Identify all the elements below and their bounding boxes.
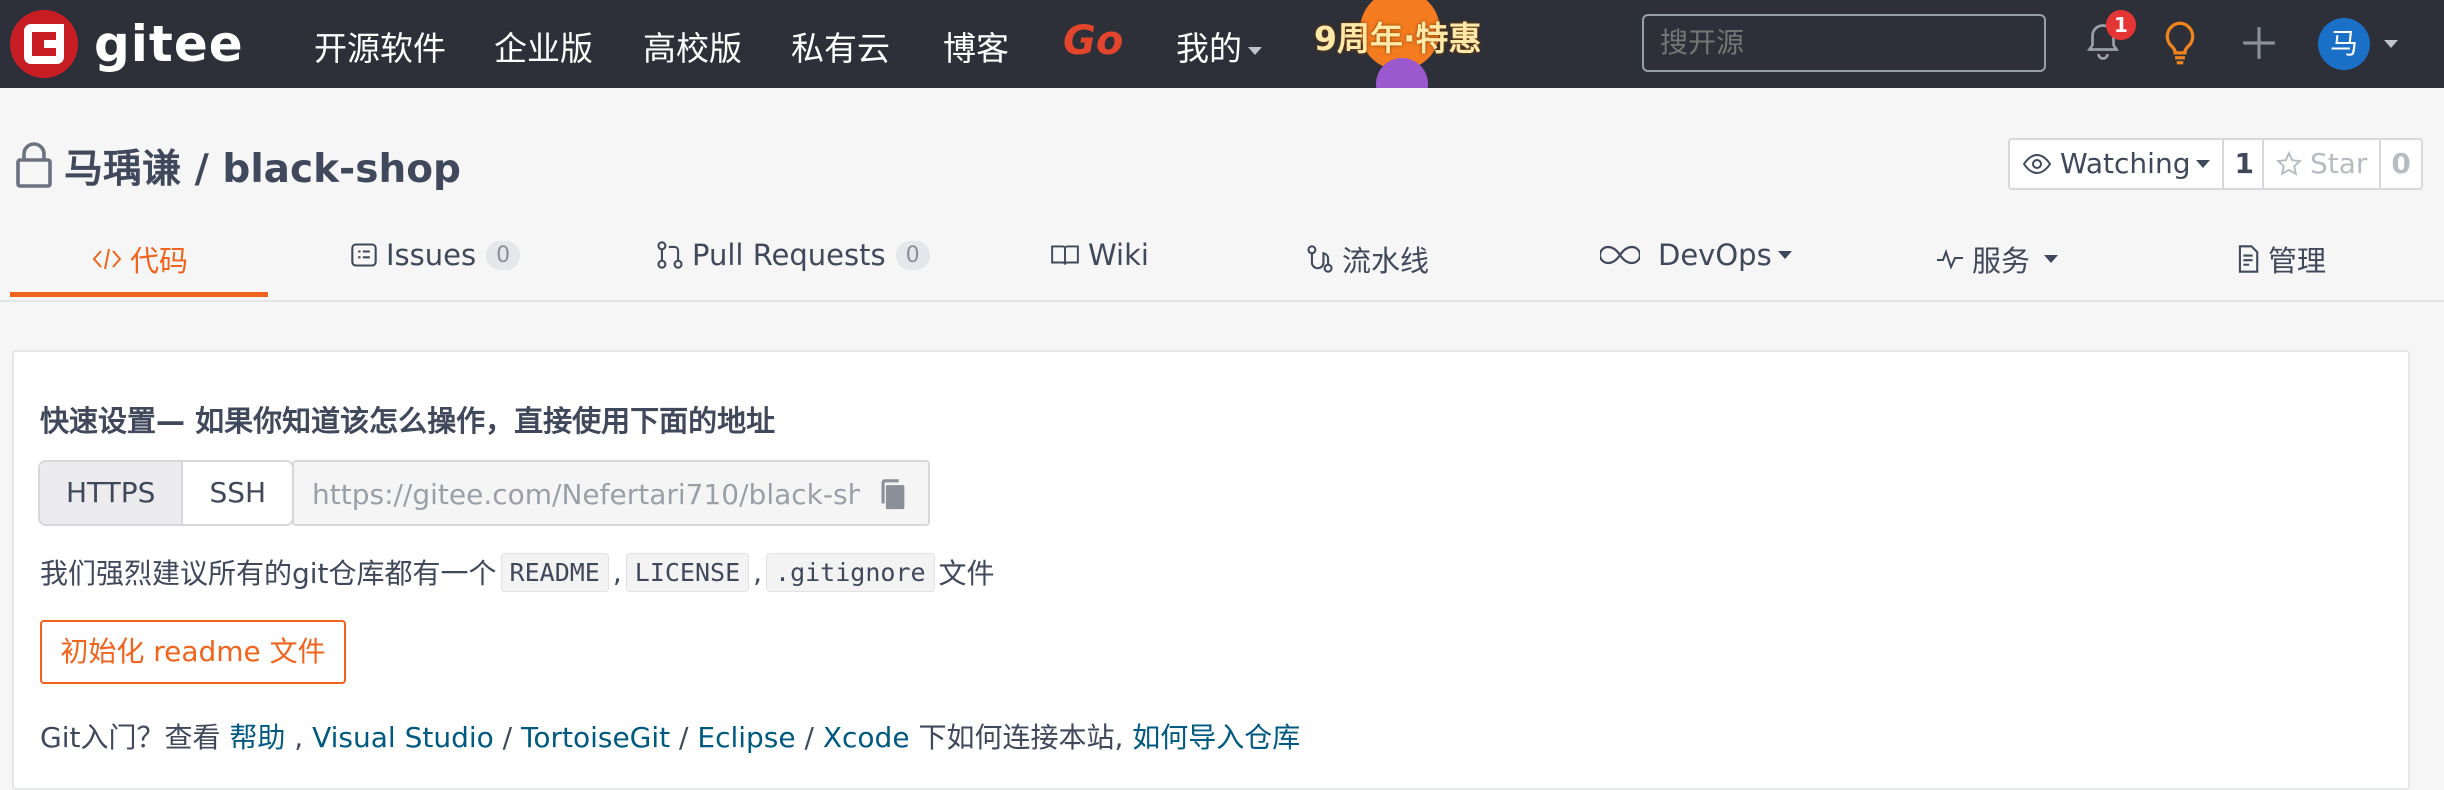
tortoisegit-link[interactable]: TortoiseGit: [521, 721, 670, 754]
avatar[interactable]: 马: [2318, 18, 2370, 70]
eye-icon: [2022, 153, 2052, 175]
active-tab-indicator: [10, 292, 268, 297]
tab-manage-label: 管理: [2268, 244, 2327, 278]
quick-setup-title: 快速设置— 如果你知道该怎么操作，直接使用下面的地址: [40, 404, 776, 438]
help-separator: ,: [285, 721, 313, 754]
init-readme-button[interactable]: 初始化 readme 文件: [40, 620, 346, 684]
import-repo-link[interactable]: 如何导入仓库: [1132, 721, 1300, 754]
nav-item-education[interactable]: 高校版: [643, 22, 742, 70]
chevron-down-icon: [2044, 255, 2059, 263]
nav-item-private-cloud[interactable]: 私有云: [791, 22, 890, 70]
visual-studio-link[interactable]: Visual Studio: [312, 721, 494, 754]
notification-badge: 1: [2106, 10, 2136, 40]
recommend-prefix: 我们强烈建议所有的git仓库都有一个: [40, 557, 497, 590]
lightbulb-icon[interactable]: [2160, 20, 2200, 66]
clone-url-text: https://gitee.com/Nefertari710/black-sho…: [312, 478, 860, 511]
repo-tabs: 代码 Issues 0 Pull Requests 0 Wiki 流水线 Dev…: [0, 220, 2444, 302]
nav-item-enterprise[interactable]: 企业版: [494, 22, 593, 70]
code-icon: [92, 248, 122, 270]
star-count[interactable]: 0: [2379, 140, 2420, 188]
ssh-toggle-button[interactable]: SSH: [181, 462, 293, 524]
pull-request-icon: [657, 241, 683, 269]
tab-code[interactable]: 代码: [92, 238, 188, 280]
watch-button-group: Watching 1: [2008, 138, 2266, 190]
clone-url-field[interactable]: https://gitee.com/Nefertari710/black-sho…: [292, 460, 930, 526]
book-icon: [1051, 245, 1079, 265]
tab-issues-label: Issues: [386, 238, 477, 272]
protocol-toggle: HTTPS SSH: [38, 460, 295, 526]
gitignore-code: .gitignore: [766, 552, 935, 592]
chevron-down-icon: [2196, 160, 2211, 168]
separator-comma: ,: [612, 555, 622, 589]
nav-item-blog[interactable]: 博客: [943, 22, 1009, 70]
star-button-group: Star 0: [2262, 138, 2423, 190]
https-toggle-button[interactable]: HTTPS: [40, 462, 182, 524]
recommend-suffix: 文件: [938, 557, 995, 590]
activity-icon: [1937, 249, 1963, 270]
star-button[interactable]: Star: [2264, 140, 2379, 188]
eclipse-link[interactable]: Eclipse: [697, 721, 795, 754]
tab-pull-requests-label: Pull Requests: [692, 238, 886, 272]
repo-title[interactable]: 马瑀谦 / black-shop: [64, 138, 461, 194]
search-input[interactable]: [1642, 14, 2046, 72]
tab-wiki[interactable]: Wiki: [1050, 238, 1149, 272]
tab-pipeline-label: 流水线: [1342, 244, 1430, 278]
chevron-down-icon: [1777, 251, 1792, 259]
top-navbar: gitee 开源软件 企业版 高校版 私有云 博客 Go 我的 9周年·特惠 1…: [0, 0, 2444, 88]
copy-icon[interactable]: [878, 478, 908, 512]
xcode-link[interactable]: Xcode: [823, 721, 910, 754]
recommend-text: 我们强烈建议所有的git仓库都有一个 README , LICENSE , .g…: [40, 552, 995, 592]
git-help-line: Git入门？查看 帮助 , Visual Studio / TortoiseGi…: [40, 716, 1300, 756]
promo-text: 9周年·特惠: [1314, 19, 1482, 58]
pulls-count-badge: 0: [895, 240, 930, 270]
help-link[interactable]: 帮助: [229, 721, 285, 754]
gitee-logo-icon: [10, 10, 78, 78]
infinity-icon: [1600, 245, 1640, 265]
slash-separator: /: [795, 721, 823, 754]
help-mid-text: 下如何连接本站,: [909, 721, 1133, 754]
tab-issues[interactable]: Issues 0: [350, 238, 521, 272]
pipeline-icon: [1307, 245, 1333, 273]
lock-icon: [16, 142, 52, 188]
nav-item-mine[interactable]: 我的: [1176, 22, 1262, 70]
gitee-logo[interactable]: gitee: [10, 10, 244, 78]
watch-label: Watching: [2060, 147, 2191, 180]
star-icon: [2276, 151, 2302, 176]
issues-icon: [351, 243, 377, 267]
tab-wiki-label: Wiki: [1088, 238, 1149, 272]
tab-code-label: 代码: [130, 244, 189, 278]
readme-code: README: [500, 552, 609, 592]
chevron-down-icon: [1248, 46, 1262, 55]
settings-doc-icon: [2238, 245, 2259, 273]
nav-item-open-source[interactable]: 开源软件: [314, 22, 446, 70]
watch-count[interactable]: 1: [2222, 140, 2263, 188]
tab-pull-requests[interactable]: Pull Requests 0: [656, 238, 930, 272]
star-label: Star: [2310, 147, 2368, 180]
tab-service[interactable]: 服务: [1936, 238, 2059, 280]
slash-separator: /: [493, 721, 521, 754]
license-code: LICENSE: [625, 552, 750, 592]
logo-text: gitee: [94, 15, 244, 73]
watch-button[interactable]: Watching: [2010, 140, 2222, 188]
tab-pipeline[interactable]: 流水线: [1306, 238, 1429, 280]
slash-separator: /: [670, 721, 698, 754]
plus-icon[interactable]: [2240, 24, 2278, 62]
nav-item-go[interactable]: Go: [1063, 18, 1123, 64]
issues-count-badge: 0: [486, 240, 521, 270]
separator-comma: ,: [753, 555, 763, 589]
tab-manage[interactable]: 管理: [2236, 238, 2326, 280]
tab-devops[interactable]: DevOps: [1600, 238, 1792, 272]
anniversary-promo-banner[interactable]: 9周年·特惠: [1312, 0, 1482, 88]
nav-mine-label: 我的: [1176, 29, 1242, 68]
tab-devops-label: DevOps: [1658, 238, 1772, 272]
help-prefix: Git入门？查看: [40, 721, 230, 754]
chevron-down-icon[interactable]: [2384, 40, 2398, 48]
tab-service-label: 服务: [1972, 244, 2031, 278]
